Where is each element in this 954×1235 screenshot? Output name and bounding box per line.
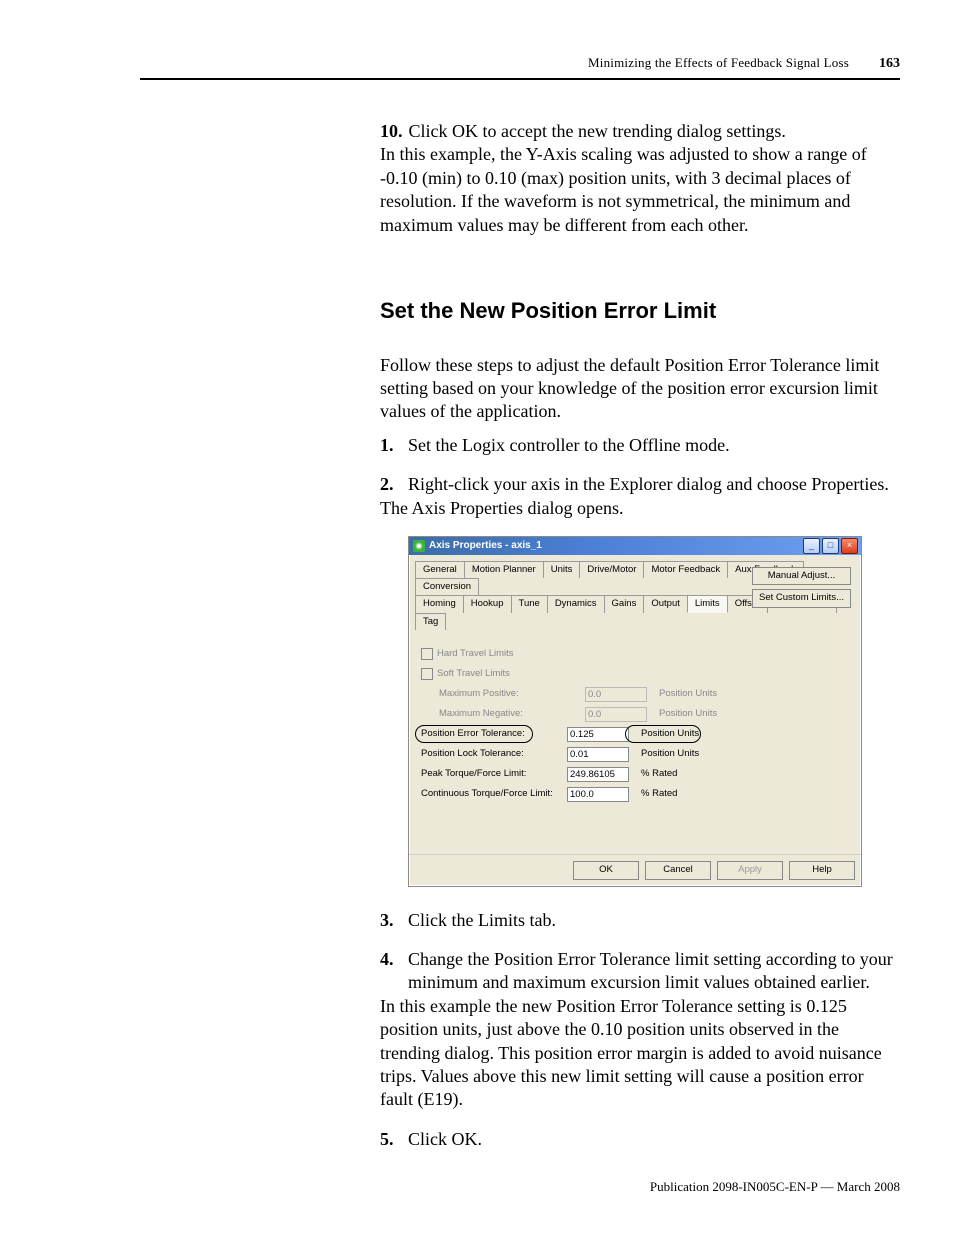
set-custom-limits-button[interactable]: Set Custom Limits... — [752, 589, 851, 607]
max-negative-label: Maximum Negative: — [421, 708, 579, 720]
step-10-detail: In this example, the Y-Axis scaling was … — [380, 143, 895, 237]
tab-tune[interactable]: Tune — [511, 595, 548, 613]
step-4: 4. Change the Position Error Tolerance l… — [380, 948, 895, 995]
section-intro: Follow these steps to adjust the default… — [380, 354, 895, 424]
section-heading: Set the New Position Error Limit — [380, 297, 895, 326]
tab-dynamics[interactable]: Dynamics — [547, 595, 605, 613]
ok-button[interactable]: OK — [573, 861, 639, 879]
step-2-sub: The Axis Properties dialog opens. — [380, 497, 895, 520]
step-text: Click the Limits tab. — [408, 909, 895, 932]
max-positive-input: 0.0 — [585, 687, 647, 702]
position-lock-tolerance-label: Position Lock Tolerance: — [421, 748, 561, 760]
step-number: 5. — [380, 1128, 402, 1151]
tab-conversion[interactable]: Conversion — [415, 578, 479, 595]
max-positive-label: Maximum Positive: — [421, 688, 579, 700]
tab-gains[interactable]: Gains — [604, 595, 645, 613]
step-number: 4. — [380, 948, 402, 995]
max-positive-unit: Position Units — [659, 688, 717, 700]
max-negative-row: Maximum Negative: 0.0 Position Units — [421, 704, 853, 724]
hard-travel-limits-checkbox[interactable] — [421, 648, 433, 660]
continuous-torque-unit: % Rated — [641, 788, 677, 800]
continuous-torque-label: Continuous Torque/Force Limit: — [421, 788, 561, 800]
position-lock-tolerance-row: Position Lock Tolerance: 0.01 Position U… — [421, 744, 853, 764]
dialog-app-icon — [413, 540, 425, 552]
max-negative-unit: Position Units — [659, 708, 717, 720]
peak-torque-label: Peak Torque/Force Limit: — [421, 768, 561, 780]
max-negative-input: 0.0 — [585, 707, 647, 722]
tab-limits[interactable]: Limits — [687, 595, 728, 613]
dialog-bottom-buttons: OK Cancel Apply Help — [409, 854, 861, 885]
manual-adjust-button[interactable]: Manual Adjust... — [752, 567, 851, 585]
continuous-torque-input[interactable]: 100.0 — [567, 787, 629, 802]
step-number: 1. — [380, 434, 402, 457]
minimize-button[interactable]: _ — [803, 538, 820, 554]
tab-motion-planner[interactable]: Motion Planner — [464, 561, 544, 578]
soft-travel-limits-label: Soft Travel Limits — [437, 668, 510, 680]
tab-tag[interactable]: Tag — [415, 613, 446, 630]
position-lock-tolerance-input[interactable]: 0.01 — [567, 747, 629, 762]
publication-footer: Publication 2098-IN005C-EN-P — March 200… — [650, 1179, 900, 1195]
maximize-button[interactable]: □ — [822, 538, 839, 554]
dialog-title: Axis Properties - axis_1 — [429, 539, 542, 552]
tab-homing[interactable]: Homing — [415, 595, 464, 613]
soft-travel-limits-checkbox[interactable] — [421, 668, 433, 680]
max-positive-row: Maximum Positive: 0.0 Position Units — [421, 684, 853, 704]
tab-motor-feedback[interactable]: Motor Feedback — [643, 561, 728, 578]
tab-drive-motor[interactable]: Drive/Motor — [579, 561, 644, 578]
position-lock-tolerance-unit: Position Units — [641, 748, 699, 760]
peak-torque-row: Peak Torque/Force Limit: 249.86105 % Rat… — [421, 764, 853, 784]
peak-torque-unit: % Rated — [641, 768, 677, 780]
step-1: 1. Set the Logix controller to the Offli… — [380, 434, 895, 457]
main-content: 10. Click OK to accept the new trending … — [380, 120, 895, 1151]
apply-button[interactable]: Apply — [717, 861, 783, 879]
page-number: 163 — [879, 56, 900, 72]
position-error-tolerance-row: Position Error Tolerance: 0.125 Position… — [421, 724, 853, 744]
step-text: Click OK to accept the new trending dial… — [409, 120, 896, 143]
dialog-titlebar[interactable]: Axis Properties - axis_1 _ □ × — [409, 537, 861, 555]
step-10: 10. Click OK to accept the new trending … — [380, 120, 895, 143]
position-error-tolerance-input[interactable]: 0.125 — [567, 727, 629, 742]
soft-travel-limits-row: Soft Travel Limits — [421, 664, 853, 684]
tab-hookup[interactable]: Hookup — [463, 595, 512, 613]
tab-output[interactable]: Output — [643, 595, 688, 613]
cancel-button[interactable]: Cancel — [645, 861, 711, 879]
hard-travel-limits-label: Hard Travel Limits — [437, 648, 514, 660]
tab-units[interactable]: Units — [543, 561, 581, 578]
step-text: Click OK. — [408, 1128, 895, 1151]
step-4-sub: In this example the new Position Error T… — [380, 995, 895, 1112]
position-error-tolerance-label: Position Error Tolerance: — [421, 728, 561, 740]
step-3: 3. Click the Limits tab. — [380, 909, 895, 932]
step-number: 2. — [380, 473, 402, 496]
running-header: Minimizing the Effects of Feedback Signa… — [140, 55, 900, 80]
hard-travel-limits-row: Hard Travel Limits — [421, 644, 853, 664]
continuous-torque-row: Continuous Torque/Force Limit: 100.0 % R… — [421, 784, 853, 804]
help-button[interactable]: Help — [789, 861, 855, 879]
header-title: Minimizing the Effects of Feedback Signa… — [588, 55, 849, 71]
step-2: 2. Right-click your axis in the Explorer… — [380, 473, 895, 496]
peak-torque-input[interactable]: 249.86105 — [567, 767, 629, 782]
position-error-tolerance-unit: Position Units — [641, 728, 699, 740]
tab-general[interactable]: General — [415, 561, 465, 578]
step-text: Set the Logix controller to the Offline … — [408, 434, 895, 457]
step-number: 3. — [380, 909, 402, 932]
step-5: 5. Click OK. — [380, 1128, 895, 1151]
step-number: 10. — [380, 120, 403, 143]
step-text: Change the Position Error Tolerance limi… — [408, 948, 895, 995]
step-text: Right-click your axis in the Explorer di… — [408, 473, 895, 496]
close-button[interactable]: × — [841, 538, 858, 554]
axis-properties-dialog: Axis Properties - axis_1 _ □ × General M… — [408, 536, 862, 887]
